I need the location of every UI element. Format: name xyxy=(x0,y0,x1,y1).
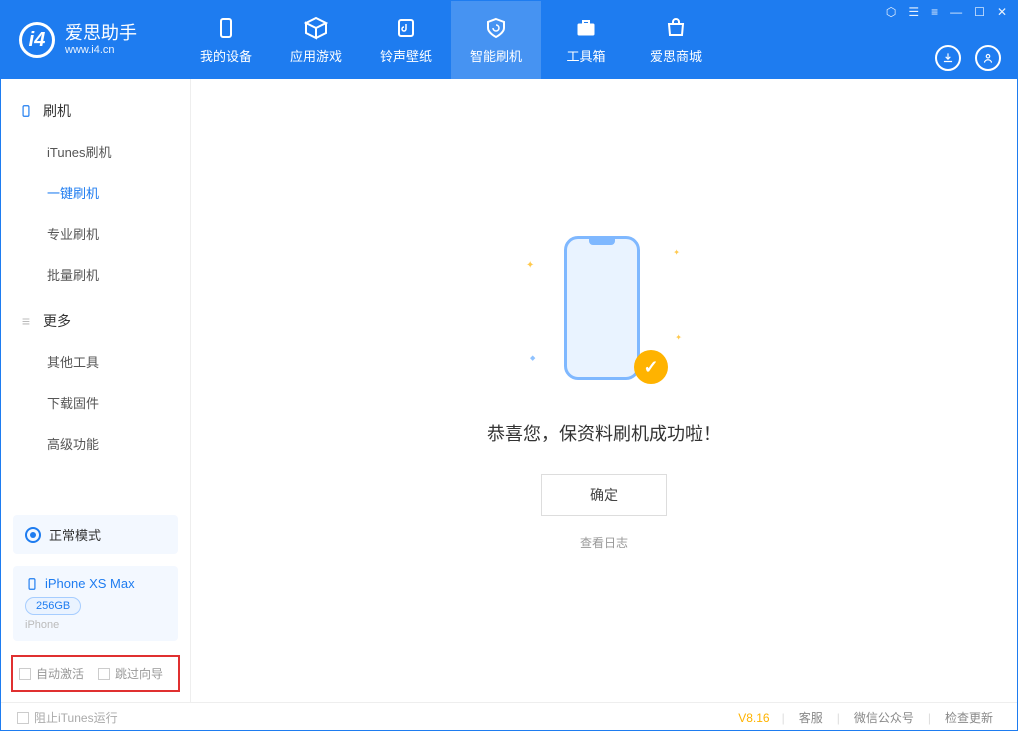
success-illustration: ✦ ✦ ◆ ✦ ✓ xyxy=(544,230,664,390)
close-button[interactable]: ✕ xyxy=(997,5,1007,19)
logo-title: 爱思助手 xyxy=(65,24,137,44)
nav-tab-ringtone[interactable]: 铃声壁纸 xyxy=(361,1,451,79)
mode-card[interactable]: 正常模式 xyxy=(13,515,178,554)
sidebar-item-advanced[interactable]: 高级功能 xyxy=(1,423,190,464)
nav-label: 工具箱 xyxy=(566,46,605,65)
checkbox-label: 跳过向导 xyxy=(115,665,163,682)
window-controls: ⬡ ☰ ≡ — ☐ ✕ xyxy=(886,5,1007,19)
section-title: 更多 xyxy=(43,311,71,331)
store-icon xyxy=(664,16,688,40)
list-icon[interactable]: ☰ xyxy=(908,5,919,19)
checkbox-icon xyxy=(17,712,29,724)
user-icon[interactable] xyxy=(975,45,1001,71)
refresh-shield-icon xyxy=(484,16,508,40)
music-icon xyxy=(394,16,418,40)
main-content: ✦ ✦ ◆ ✦ ✓ 恭喜您，保资料刷机成功啦！ 确定 查看日志 xyxy=(191,79,1017,702)
nav-label: 应用游戏 xyxy=(290,46,342,65)
mode-label: 正常模式 xyxy=(49,525,101,544)
shirt-icon[interactable]: ⬡ xyxy=(886,5,896,19)
device-icon xyxy=(214,16,238,40)
header-right-icons xyxy=(935,45,1001,71)
sidebar-item-oneclick-flash[interactable]: 一键刷机 xyxy=(1,172,190,213)
checkbox-label: 自动激活 xyxy=(36,665,84,682)
device-capacity-badge: 256GB xyxy=(25,597,81,615)
sidebar-item-batch-flash[interactable]: 批量刷机 xyxy=(1,254,190,295)
menu-icon[interactable]: ≡ xyxy=(931,5,938,19)
sparkle-icon: ✦ xyxy=(526,260,534,271)
checkbox-icon xyxy=(19,668,31,680)
ok-button[interactable]: 确定 xyxy=(541,474,667,516)
footer-link-service[interactable]: 客服 xyxy=(791,709,831,726)
sidebar-section-flash: 刷机 xyxy=(1,91,190,131)
checkbox-block-itunes[interactable]: 阻止iTunes运行 xyxy=(17,709,118,726)
app-header: i4 爱思助手 www.i4.cn 我的设备 应用游戏 铃声壁纸 智能刷机 工具… xyxy=(1,1,1017,79)
menu-lines-icon: ≡ xyxy=(19,314,33,328)
view-log-link[interactable]: 查看日志 xyxy=(580,534,628,551)
logo-subtitle: www.i4.cn xyxy=(65,44,137,56)
checkbox-label: 阻止iTunes运行 xyxy=(34,709,118,726)
download-icon[interactable] xyxy=(935,45,961,71)
phone-outline-icon xyxy=(564,236,640,380)
sparkle-icon: ◆ xyxy=(530,354,535,362)
nav-tab-apps[interactable]: 应用游戏 xyxy=(271,1,361,79)
nav-tab-toolbox[interactable]: 工具箱 xyxy=(541,1,631,79)
device-name: iPhone XS Max xyxy=(45,576,135,591)
sparkle-icon: ✦ xyxy=(673,248,680,257)
highlighted-options-box: 自动激活 跳过向导 xyxy=(11,655,180,692)
phone-small-icon xyxy=(25,577,39,591)
nav-tab-device[interactable]: 我的设备 xyxy=(181,1,271,79)
sidebar: 刷机 iTunes刷机 一键刷机 专业刷机 批量刷机 ≡ 更多 其他工具 下载固… xyxy=(1,79,191,702)
section-title: 刷机 xyxy=(43,101,71,121)
footer-link-wechat[interactable]: 微信公众号 xyxy=(846,709,922,726)
device-type: iPhone xyxy=(25,619,166,631)
checkbox-skip-guide[interactable]: 跳过向导 xyxy=(98,665,163,682)
logo-area: i4 爱思助手 www.i4.cn xyxy=(1,22,181,58)
checkbox-icon xyxy=(98,668,110,680)
check-badge-icon: ✓ xyxy=(634,350,668,384)
nav-label: 我的设备 xyxy=(200,46,252,65)
device-card[interactable]: iPhone XS Max 256GB iPhone xyxy=(13,566,178,641)
sidebar-item-pro-flash[interactable]: 专业刷机 xyxy=(1,213,190,254)
nav-label: 爱思商城 xyxy=(650,46,702,65)
nav-tab-store[interactable]: 爱思商城 xyxy=(631,1,721,79)
nav-tabs: 我的设备 应用游戏 铃声壁纸 智能刷机 工具箱 爱思商城 xyxy=(181,1,721,79)
sidebar-item-itunes-flash[interactable]: iTunes刷机 xyxy=(1,131,190,172)
checkbox-auto-activate[interactable]: 自动激活 xyxy=(19,665,84,682)
sidebar-item-other-tools[interactable]: 其他工具 xyxy=(1,341,190,382)
phone-icon xyxy=(19,104,33,118)
nav-label: 智能刷机 xyxy=(470,46,522,65)
version-label: V8.16 xyxy=(738,711,769,725)
sparkle-icon: ✦ xyxy=(675,333,682,342)
footer-link-update[interactable]: 检查更新 xyxy=(937,709,1001,726)
mode-icon xyxy=(25,527,41,543)
minimize-button[interactable]: — xyxy=(950,5,962,19)
footer: 阻止iTunes运行 V8.16 | 客服 | 微信公众号 | 检查更新 xyxy=(1,702,1017,732)
logo-icon: i4 xyxy=(19,22,55,58)
success-message: 恭喜您，保资料刷机成功啦！ xyxy=(487,420,721,446)
sidebar-section-more: ≡ 更多 xyxy=(1,301,190,341)
cube-icon xyxy=(304,16,328,40)
sidebar-item-download-firmware[interactable]: 下载固件 xyxy=(1,382,190,423)
nav-tab-flash[interactable]: 智能刷机 xyxy=(451,1,541,79)
maximize-button[interactable]: ☐ xyxy=(974,5,985,19)
toolbox-icon xyxy=(574,16,598,40)
nav-label: 铃声壁纸 xyxy=(380,46,432,65)
